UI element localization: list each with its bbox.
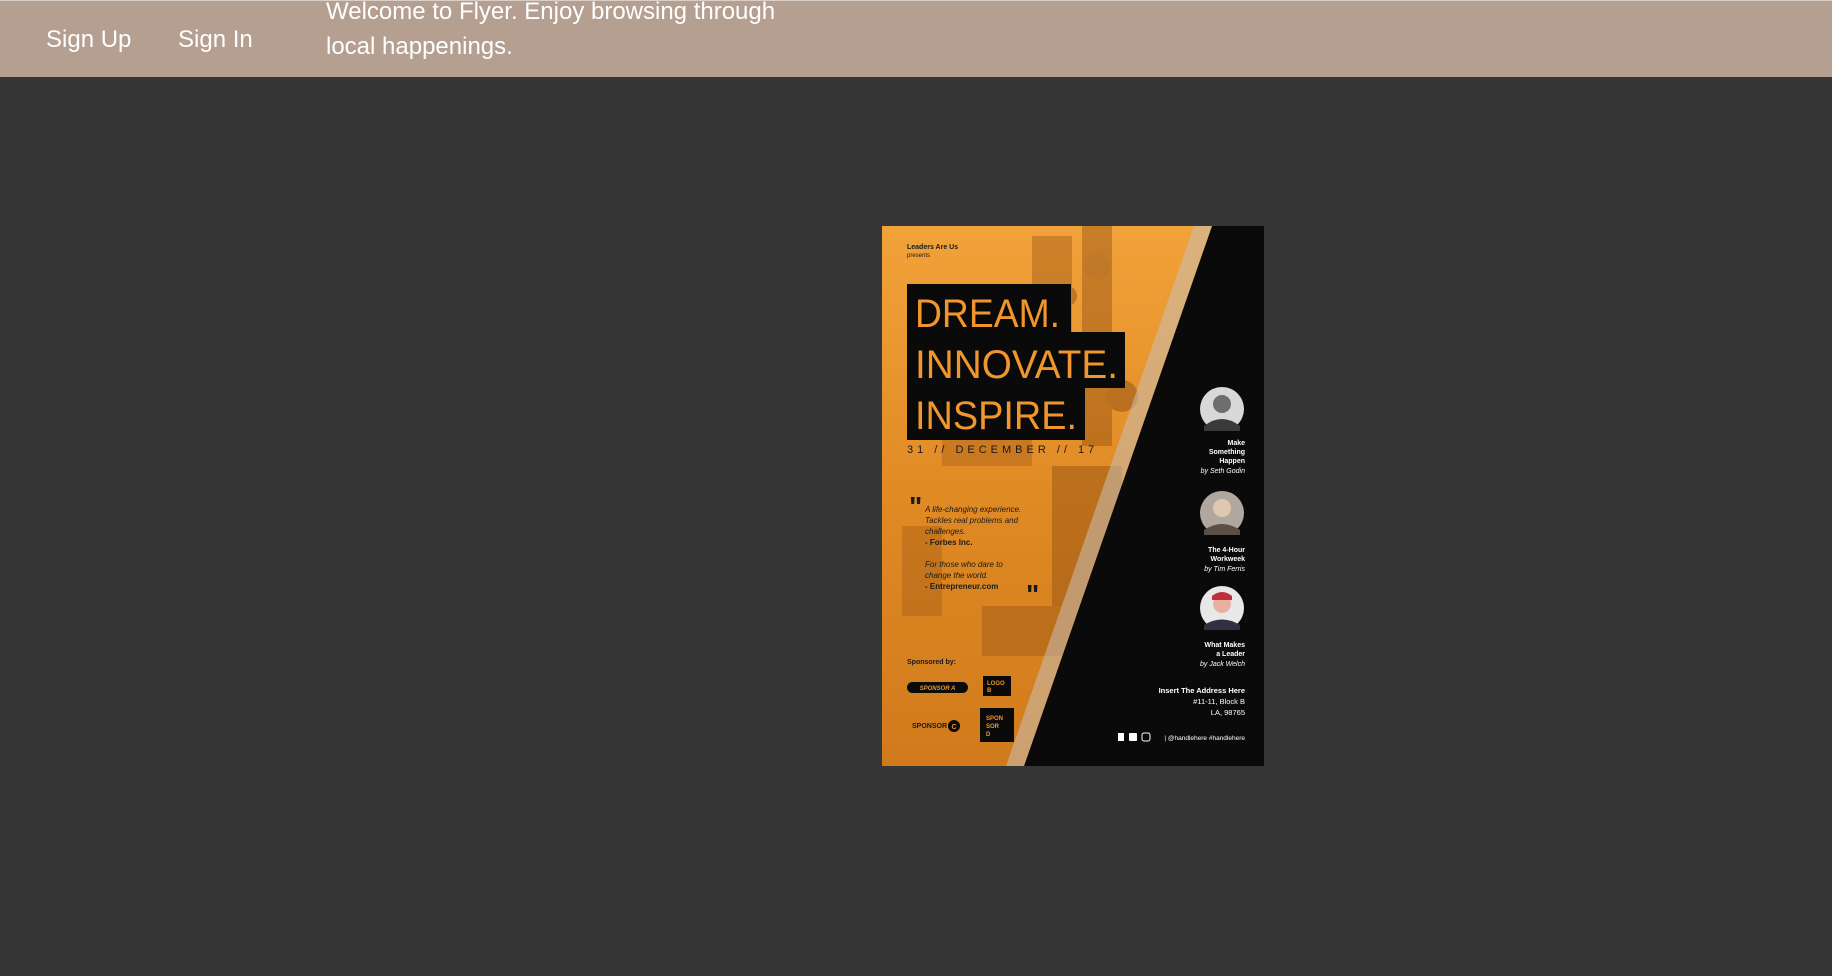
welcome-message: Welcome to Flyer. Enjoy browsing through… bbox=[326, 0, 776, 60]
facebook-icon bbox=[1118, 733, 1124, 741]
speaker-3-title-2: a Leader bbox=[1216, 651, 1245, 658]
speaker-2-title-1: The 4-Hour bbox=[1208, 547, 1245, 554]
sponsor-c-mark: C bbox=[951, 724, 956, 731]
headline-inspire: INSPIRE. bbox=[915, 394, 1077, 438]
sponsor-a-label: SPONSOR A bbox=[920, 686, 956, 692]
sponsor-d-line-3: D bbox=[986, 732, 991, 738]
sign-in-link[interactable]: Sign In bbox=[178, 25, 253, 55]
address-line-1: Insert The Address Here bbox=[1159, 686, 1245, 695]
speaker-2-title-2: Workweek bbox=[1211, 556, 1246, 563]
top-navbar: Sign Up Sign In Welcome to Flyer. Enjoy … bbox=[0, 0, 1832, 77]
quote-source-1: - Forbes Inc. bbox=[925, 538, 973, 547]
presents-label: presents bbox=[907, 253, 930, 259]
quote-line-1: A life-changing experience. bbox=[924, 505, 1021, 514]
speaker-3-byline: by Jack Welch bbox=[1200, 661, 1245, 668]
quote-line-2: Tackles real problems and bbox=[925, 516, 1019, 525]
presenter-name: Leaders Are Us bbox=[907, 244, 958, 251]
quote-line-3: challenges. bbox=[925, 527, 965, 536]
social-handles: | @handlehere #handlehere bbox=[1164, 735, 1245, 742]
quote-source-2: - Entrepreneur.com bbox=[925, 582, 998, 591]
flyer-artwork: Leaders Are Us presents DREAM. INNOVATE.… bbox=[882, 226, 1264, 766]
sponsor-d-line-1: SPON bbox=[986, 716, 1003, 722]
speaker-1-byline: by Seth Godin bbox=[1201, 468, 1245, 475]
quote-line-5: For those who dare to bbox=[925, 560, 1003, 569]
address-line-2: #11-11, Block B bbox=[1193, 697, 1245, 706]
event-flyer[interactable]: Leaders Are Us presents DREAM. INNOVATE.… bbox=[882, 226, 1264, 766]
twitter-icon bbox=[1129, 733, 1137, 741]
logo-b-line-2: B bbox=[987, 688, 992, 694]
speaker-2-byline: by Tim Ferris bbox=[1204, 566, 1245, 573]
sign-up-link[interactable]: Sign Up bbox=[46, 25, 131, 55]
open-quote-mark: " bbox=[909, 491, 922, 522]
speaker-3-title-1: What Makes bbox=[1205, 642, 1246, 649]
event-date: 31 // DECEMBER // 17 bbox=[907, 444, 1098, 456]
speaker-1-title-2: Something bbox=[1209, 449, 1245, 456]
logo-b-line-1: LOGO bbox=[987, 681, 1005, 687]
close-quote-mark: " bbox=[1026, 579, 1039, 610]
sponsor-c-label: SPONSOR bbox=[912, 723, 947, 730]
speaker-1-title-3: Happen bbox=[1219, 458, 1245, 465]
headline-innovate: INNOVATE. bbox=[915, 343, 1118, 387]
sponsored-by-label: Sponsored by: bbox=[907, 659, 956, 666]
speaker-1-title-1: Make bbox=[1227, 440, 1245, 447]
quote-line-6: change the world. bbox=[925, 571, 988, 580]
sponsor-d-line-2: SOR bbox=[986, 724, 1000, 730]
address-line-3: LA, 98765 bbox=[1211, 708, 1245, 717]
headline-dream: DREAM. bbox=[915, 292, 1060, 336]
